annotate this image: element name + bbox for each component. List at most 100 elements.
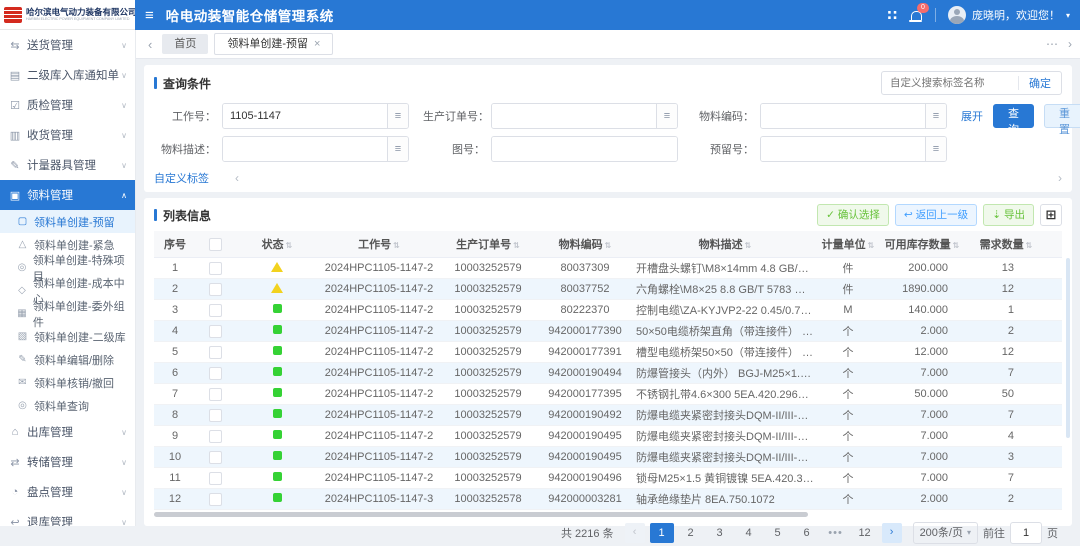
row-checkbox[interactable] — [209, 451, 222, 464]
table-row[interactable]: 32024HPC1105-1147-21000325257980222370控制… — [154, 300, 1062, 321]
material-code-input[interactable] — [761, 104, 925, 128]
custom-tag-link[interactable]: 自定义标签 — [154, 170, 209, 186]
row-checkbox[interactable] — [209, 325, 222, 338]
page-button-6[interactable]: 6 — [795, 523, 819, 543]
table-row[interactable]: 122024HPC1105-1147-310003252578942000003… — [154, 489, 1062, 510]
sidebar-item-label: 领料单创建-二级库 — [34, 329, 126, 345]
vertical-scrollbar[interactable] — [1066, 258, 1070, 438]
confirm-tag-button[interactable]: 确定 — [1019, 75, 1061, 91]
row-checkbox[interactable] — [209, 367, 222, 380]
notification-bell-icon[interactable]: 0 — [909, 8, 923, 22]
row-checkbox[interactable] — [209, 262, 222, 275]
select-all-checkbox[interactable] — [209, 238, 222, 251]
row-checkbox[interactable] — [209, 388, 222, 401]
row-checkbox[interactable] — [209, 493, 222, 506]
table-row[interactable]: 72024HPC1105-1147-2100032525799420001773… — [154, 384, 1062, 405]
table-row[interactable]: 12024HPC1105-1147-21000325257980037309开槽… — [154, 258, 1062, 279]
tabs-forward-chevron-icon[interactable]: › — [1068, 37, 1072, 51]
row-checkbox[interactable] — [209, 283, 222, 296]
menu-collapse-icon[interactable]: ≡ — [145, 7, 154, 24]
prev-page-button[interactable]: ‹ — [625, 523, 645, 543]
table-row[interactable]: 42024HPC1105-1147-2100032525799420001773… — [154, 321, 1062, 342]
transfer-icon: ⇄ — [8, 456, 22, 469]
page-button-12[interactable]: 12 — [853, 523, 877, 543]
column-settings-icon[interactable]: ⊞ — [1040, 204, 1062, 226]
page-button-3[interactable]: 3 — [708, 523, 732, 543]
row-checkbox[interactable] — [209, 346, 222, 359]
table-row[interactable]: 62024HPC1105-1147-2100032525799420001904… — [154, 363, 1062, 384]
sidebar-item-18[interactable]: ↩退库管理∨ — [0, 507, 135, 526]
goto-page-input[interactable] — [1010, 522, 1042, 544]
table-row[interactable]: 112024HPC1105-1147-210003252579942000190… — [154, 468, 1062, 489]
filter-icon[interactable]: ≡ — [925, 104, 946, 128]
back-level-button[interactable]: ↩返回上一级 — [895, 204, 977, 226]
sidebar-item-0[interactable]: ⇆送货管理∨ — [0, 30, 135, 60]
page-button-1[interactable]: 1 — [650, 523, 674, 543]
material-desc-input[interactable] — [223, 137, 387, 161]
confirm-select-button[interactable]: ✓确认选择 — [817, 204, 889, 226]
user-menu[interactable]: 庞晓明，欢迎您！ ▾ — [948, 6, 1070, 24]
search-button[interactable]: 查询 — [993, 104, 1034, 128]
tab-requisition-reserve[interactable]: 领料单创建-预留 × — [214, 33, 333, 55]
fullscreen-icon[interactable]: ∷ — [887, 7, 897, 24]
sidebar-item-14[interactable]: ◎领料单查询 — [0, 394, 135, 417]
filter-icon[interactable]: ≡ — [656, 104, 677, 128]
page-button-2[interactable]: 2 — [679, 523, 703, 543]
filter-icon[interactable]: ≡ — [387, 104, 408, 128]
outsource-component-icon: ▦ — [16, 308, 28, 319]
export-button[interactable]: ⇣导出 — [983, 204, 1034, 226]
col-header-work-no[interactable]: 工作号⇅ — [320, 231, 438, 258]
col-header-status[interactable]: 状态⇅ — [234, 231, 320, 258]
reserve-no-input[interactable] — [761, 137, 925, 161]
row-checkbox[interactable] — [209, 409, 222, 422]
chevron-down-icon: ∨ — [121, 131, 127, 140]
sidebar-item-17[interactable]: ◔盘点管理∨ — [0, 477, 135, 507]
sidebar-item-1[interactable]: ▤二级库入库通知单∨ — [0, 60, 135, 90]
expand-link[interactable]: 展开 — [961, 108, 983, 124]
row-checkbox[interactable] — [209, 472, 222, 485]
reset-button[interactable]: 重置 — [1044, 104, 1080, 128]
next-page-button[interactable]: › — [882, 523, 902, 543]
tag-right-chevron-icon[interactable]: › — [1058, 171, 1062, 185]
col-header-unit[interactable]: 计量单位⇅ — [818, 231, 878, 258]
cell-demand: 1 — [966, 300, 1046, 321]
row-checkbox[interactable] — [209, 430, 222, 443]
table-row[interactable]: 92024HPC1105-1147-2100032525799420001904… — [154, 426, 1062, 447]
sidebar-item-2[interactable]: ☑质检管理∨ — [0, 90, 135, 120]
table-row[interactable]: 22024HPC1105-1147-21000325257980037752六角… — [154, 279, 1062, 300]
sidebar-item-5[interactable]: ▣领料管理∧ — [0, 180, 135, 210]
table-row[interactable]: 102024HPC1105-1147-210003252579942000190… — [154, 447, 1062, 468]
sidebar-item-11[interactable]: ▧领料单创建-二级库 — [0, 325, 135, 348]
sidebar-item-16[interactable]: ⇄转储管理∨ — [0, 447, 135, 477]
page-size-select[interactable]: 200条/页 ▾ — [913, 522, 978, 544]
row-checkbox[interactable] — [209, 304, 222, 317]
page-button-5[interactable]: 5 — [766, 523, 790, 543]
page-button-4[interactable]: 4 — [737, 523, 761, 543]
col-header-code[interactable]: 物料编码⇅ — [538, 231, 632, 258]
close-icon[interactable]: × — [314, 34, 320, 54]
sidebar-item-4[interactable]: ✎计量器具管理∨ — [0, 150, 135, 180]
production-order-input[interactable] — [492, 104, 656, 128]
table-row[interactable]: 52024HPC1105-1147-2100032525799420001773… — [154, 342, 1062, 363]
sidebar-item-10[interactable]: ▦领料单创建-委外组件 — [0, 302, 135, 325]
work-no-input[interactable] — [223, 104, 387, 128]
sidebar-item-6[interactable]: ▢领料单创建-预留 — [0, 210, 135, 233]
table-row[interactable]: 82024HPC1105-1147-2100032525799420001904… — [154, 405, 1062, 426]
tabs-back-chevron-icon[interactable]: ‹ — [144, 37, 156, 52]
tab-home[interactable]: 首页 — [162, 34, 208, 54]
sidebar-item-15[interactable]: ⌂出库管理∨ — [0, 417, 135, 447]
tag-left-chevron-icon[interactable]: ‹ — [235, 171, 239, 185]
col-header-order-no[interactable]: 生产订单号⇅ — [438, 231, 538, 258]
filter-icon[interactable]: ≡ — [925, 137, 946, 161]
custom-tag-name-input[interactable] — [882, 77, 1018, 89]
sidebar-item-label: 领料单查询 — [34, 398, 89, 414]
drawing-no-input[interactable] — [492, 137, 677, 161]
col-header-desc[interactable]: 物料描述⇅ — [632, 231, 818, 258]
sidebar-item-12[interactable]: ✎领料单编辑/删除 — [0, 348, 135, 371]
col-header-stock[interactable]: 可用库存数量⇅ — [878, 231, 966, 258]
filter-icon[interactable]: ≡ — [387, 137, 408, 161]
tabs-more-icon[interactable]: ⋯ — [1046, 37, 1058, 51]
col-header-demand[interactable]: 需求数量⇅ — [966, 231, 1046, 258]
sidebar-item-13[interactable]: ✉领料单核销/撤回 — [0, 371, 135, 394]
sidebar-item-3[interactable]: ▥收货管理∨ — [0, 120, 135, 150]
